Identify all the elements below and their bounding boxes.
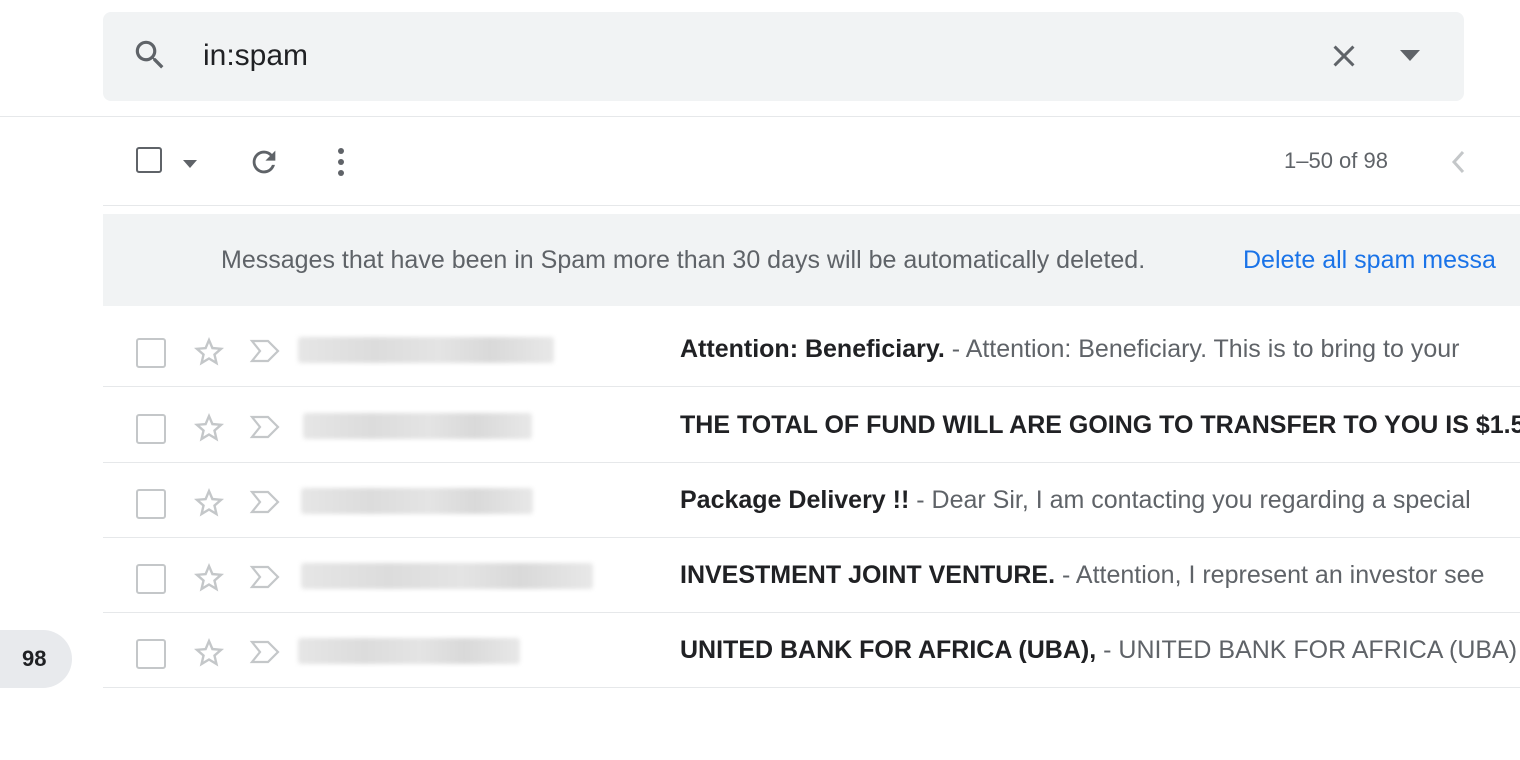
email-separator: -	[1055, 561, 1076, 589]
row-checkbox[interactable]	[136, 564, 166, 594]
close-icon[interactable]	[1326, 38, 1362, 74]
email-row[interactable]: UNITED BANK FOR AFRICA (UBA), - UNITED B…	[103, 613, 1520, 688]
spam-notice-text: Messages that have been in Spam more tha…	[221, 246, 1146, 274]
star-icon[interactable]	[191, 560, 227, 596]
pagination-range: 1–50 of 98	[1284, 148, 1388, 173]
importance-marker-icon[interactable]	[249, 564, 281, 590]
more-vert-icon[interactable]	[331, 145, 351, 179]
select-menu-caret-down-icon[interactable]	[182, 158, 198, 170]
toolbar-divider	[103, 205, 1520, 206]
email-separator: -	[944, 335, 966, 363]
spam-count: 98	[22, 646, 47, 671]
email-snippet: Attention, I represent an investor see	[1075, 561, 1485, 589]
sender-redacted	[303, 413, 532, 439]
email-separator: -	[909, 486, 932, 514]
email-snippet: Attention: Beneficiary. This is to bring…	[965, 335, 1460, 363]
refresh-icon[interactable]	[247, 145, 281, 179]
email-subject: THE TOTAL OF FUND WILL ARE GOING TO TRAN…	[680, 411, 1520, 439]
email-subject: UNITED BANK FOR AFRICA (UBA),	[680, 636, 1097, 664]
email-row[interactable]: Attention: Beneficiary. - Attention: Ben…	[103, 312, 1520, 387]
importance-marker-icon[interactable]	[249, 338, 281, 364]
row-checkbox[interactable]	[136, 338, 166, 368]
email-snippet: Dear Sir, I am contacting you regarding …	[931, 486, 1471, 514]
email-row[interactable]: INVESTMENT JOINT VENTURE. - Attention, I…	[103, 538, 1520, 613]
star-icon[interactable]	[191, 635, 227, 671]
email-row[interactable]: THE TOTAL OF FUND WILL ARE GOING TO TRAN…	[103, 388, 1520, 463]
importance-marker-icon[interactable]	[249, 414, 281, 440]
email-subject: Attention: Beneficiary.	[680, 335, 945, 363]
select-all-checkbox[interactable]	[136, 147, 162, 173]
email-row[interactable]: Package Delivery !! - Dear Sir, I am con…	[103, 463, 1520, 538]
row-checkbox[interactable]	[136, 639, 166, 669]
email-line: UNITED BANK FOR AFRICA (UBA), - UNITED B…	[680, 633, 1517, 667]
chevron-left-icon[interactable]	[1449, 148, 1469, 176]
email-subject: INVESTMENT JOINT VENTURE.	[680, 561, 1056, 589]
importance-marker-icon[interactable]	[249, 489, 281, 515]
star-icon[interactable]	[191, 334, 227, 370]
star-icon[interactable]	[191, 485, 227, 521]
delete-all-spam-link[interactable]: Delete all spam messa	[1243, 243, 1496, 277]
sender-redacted	[298, 638, 520, 664]
star-icon[interactable]	[191, 410, 227, 446]
sender-redacted	[301, 563, 593, 589]
sender-redacted	[298, 337, 554, 363]
search-icon[interactable]	[131, 36, 169, 74]
row-checkbox[interactable]	[136, 414, 166, 444]
email-snippet: UNITED BANK FOR AFRICA (UBA)	[1118, 636, 1518, 664]
caret-down-icon[interactable]	[1397, 46, 1423, 66]
email-line: Attention: Beneficiary. - Attention: Ben…	[680, 332, 1459, 366]
sender-redacted	[301, 488, 533, 514]
email-subject: Package Delivery !!	[680, 486, 910, 514]
gmail-spam-view: in:spam 1–50 of 98 Messages that have be…	[0, 0, 1520, 760]
header-divider	[0, 116, 1520, 117]
email-line: THE TOTAL OF FUND WILL ARE GOING TO TRAN…	[680, 408, 1520, 442]
email-separator: -	[1096, 636, 1119, 664]
email-line: INVESTMENT JOINT VENTURE. - Attention, I…	[680, 558, 1484, 592]
row-checkbox[interactable]	[136, 489, 166, 519]
email-line: Package Delivery !! - Dear Sir, I am con…	[680, 483, 1471, 517]
search-input[interactable]: in:spam	[203, 36, 308, 76]
importance-marker-icon[interactable]	[249, 639, 281, 665]
